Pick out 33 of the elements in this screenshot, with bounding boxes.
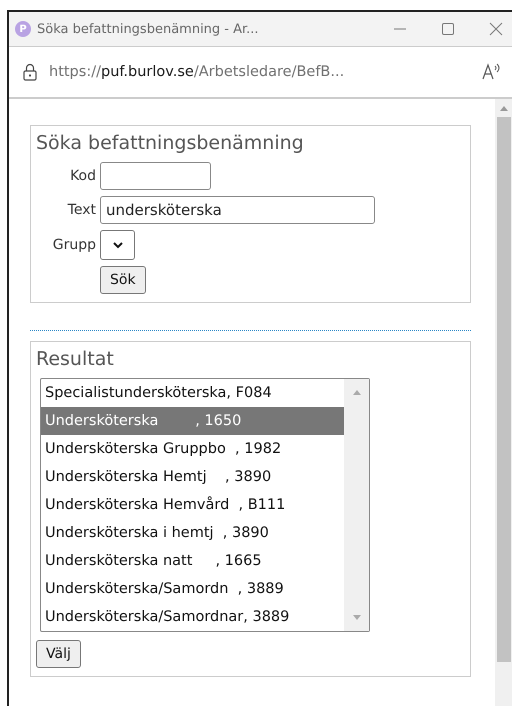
lock-icon — [23, 63, 37, 81]
list-item[interactable]: Undersköterska Gruppbo , 1982 — [41, 435, 344, 463]
list-scrollbar[interactable] — [344, 379, 369, 631]
select-button[interactable]: Välj — [36, 640, 81, 668]
list-item[interactable]: Undersköterska , 1650 — [41, 407, 344, 435]
chevron-down-icon — [112, 241, 124, 249]
group-dropdown[interactable] — [100, 230, 135, 260]
list-item[interactable]: Undersköterska/Samordnar, 3889 — [41, 603, 344, 631]
list-item[interactable]: Undersköterska Hemvård , B111 — [41, 491, 344, 519]
app-icon: P — [15, 21, 31, 37]
input-field[interactable] — [100, 162, 211, 190]
list-item[interactable]: Undersköterska Hemtj , 3890 — [41, 463, 344, 491]
read-aloud-icon[interactable] — [482, 63, 502, 81]
field-label: Text — [66, 202, 96, 218]
search-button[interactable]: Sök — [100, 266, 146, 294]
scroll-down-icon[interactable] — [352, 615, 362, 621]
panel-heading: Resultat — [36, 348, 115, 370]
results-listbox[interactable] — [40, 378, 370, 632]
list-item[interactable]: Undersköterska i hemtj , 3890 — [41, 519, 344, 547]
list-item[interactable]: Undersköterska/Samordn , 3889 — [41, 575, 344, 603]
page-scrollbar[interactable] — [495, 99, 512, 706]
list-item[interactable]: Undersköterska natt , 1665 — [41, 547, 344, 575]
close-icon[interactable] — [488, 21, 504, 37]
scroll-up-icon[interactable] — [498, 105, 508, 111]
window-title: Söka befattningsbenämning - Ar... — [37, 22, 260, 36]
panel-heading: Söka befattningsbenämning — [36, 132, 305, 154]
url-text[interactable]: https://puf.burlov.se/Arbetsledare/BefB... — [49, 64, 470, 80]
field-label: Kod — [69, 168, 96, 184]
field-label: Grupp — [52, 237, 96, 253]
list-item[interactable]: Specialistundersköterska, F084 — [41, 379, 344, 407]
scroll-up-icon[interactable] — [352, 389, 362, 395]
input-field[interactable]: undersköterska — [100, 196, 375, 224]
maximize-icon[interactable] — [440, 21, 456, 37]
